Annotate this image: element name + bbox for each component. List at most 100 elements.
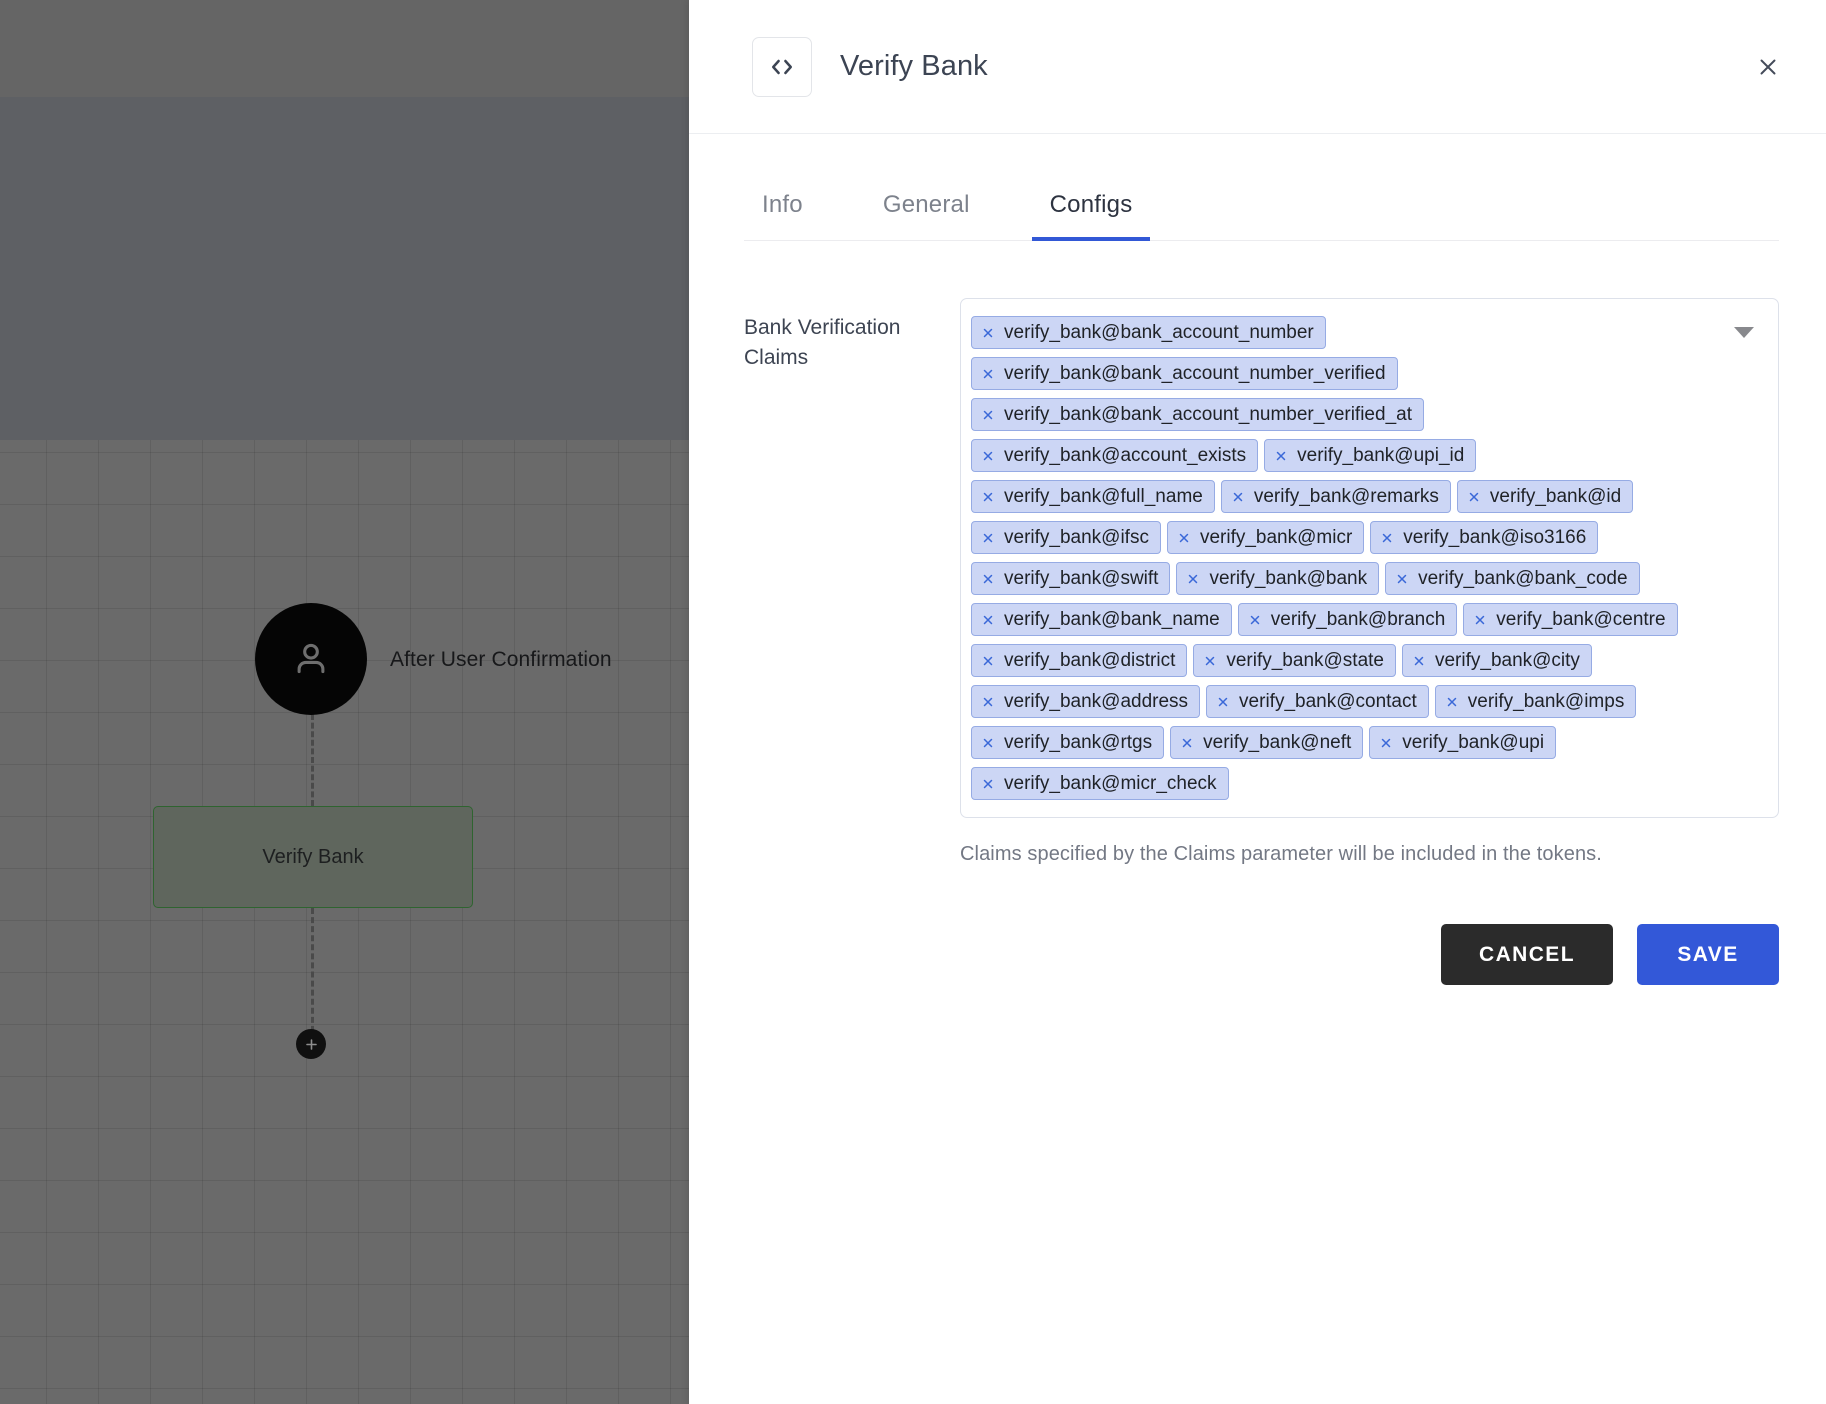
claim-chip-label: verify_bank@branch	[1270, 608, 1446, 630]
claim-chip-label: verify_bank@id	[1489, 485, 1622, 507]
claim-chip[interactable]: verify_bank@centre	[1463, 603, 1678, 636]
claim-chip[interactable]: verify_bank@bank_code	[1385, 562, 1640, 595]
tab-info[interactable]: Info	[744, 191, 821, 241]
close-small-icon[interactable]	[979, 488, 997, 506]
claim-chip-label: verify_bank@centre	[1496, 608, 1666, 630]
flow-edge-upper	[311, 714, 314, 806]
claim-chip-label: verify_bank@account_exists	[1004, 444, 1247, 466]
close-small-icon[interactable]	[1175, 529, 1193, 547]
flow-edge-lower	[311, 908, 314, 1041]
claim-chip[interactable]: verify_bank@district	[971, 644, 1188, 677]
close-small-icon[interactable]	[1465, 488, 1483, 506]
claim-chip-label: verify_bank@rtgs	[1004, 731, 1153, 753]
page-title: Verify Bank	[840, 50, 988, 82]
claim-chip[interactable]: verify_bank@swift	[971, 562, 1171, 595]
claim-chip[interactable]: verify_bank@bank_account_number	[971, 316, 1326, 349]
claim-chip-label: verify_bank@address	[1004, 690, 1189, 712]
claim-chip[interactable]: verify_bank@bank_name	[971, 603, 1232, 636]
claim-chip[interactable]: verify_bank@full_name	[971, 480, 1215, 513]
claim-chip[interactable]: verify_bank@contact	[1206, 685, 1429, 718]
close-small-icon[interactable]	[979, 611, 997, 629]
chevron-down-icon[interactable]	[1734, 327, 1754, 338]
close-small-icon[interactable]	[1443, 693, 1461, 711]
claim-chip-label: verify_bank@micr	[1199, 526, 1353, 548]
close-small-icon[interactable]	[979, 447, 997, 465]
claim-chip[interactable]: verify_bank@neft	[1170, 726, 1364, 759]
close-small-icon[interactable]	[979, 775, 997, 793]
claim-chip-label: verify_bank@city	[1434, 649, 1580, 671]
verify-bank-node-label: Verify Bank	[262, 845, 364, 868]
user-trigger-node[interactable]	[255, 603, 367, 715]
claim-chip[interactable]: verify_bank@city	[1401, 644, 1592, 677]
close-small-icon[interactable]	[1178, 734, 1196, 752]
close-small-icon[interactable]	[1201, 652, 1219, 670]
claim-chip[interactable]: verify_bank@account_exists	[971, 439, 1259, 472]
close-small-icon[interactable]	[1229, 488, 1247, 506]
close-small-icon[interactable]	[979, 652, 997, 670]
plus-icon	[304, 1037, 319, 1052]
close-small-icon[interactable]	[1246, 611, 1264, 629]
close-small-icon[interactable]	[979, 529, 997, 547]
close-panel-button[interactable]	[1748, 47, 1788, 87]
claim-chip[interactable]: verify_bank@remarks	[1220, 480, 1451, 513]
claim-chip[interactable]: verify_bank@branch	[1237, 603, 1458, 636]
claim-chip-label: verify_bank@contact	[1239, 690, 1417, 712]
claim-chip[interactable]: verify_bank@upi_id	[1264, 439, 1477, 472]
close-small-icon[interactable]	[979, 365, 997, 383]
claims-chip-list: verify_bank@bank_account_number verify_ba…	[971, 316, 1708, 800]
claims-multiselect[interactable]: verify_bank@bank_account_number verify_ba…	[960, 298, 1779, 818]
claim-chip[interactable]: verify_bank@imps	[1434, 685, 1637, 718]
person-icon	[288, 636, 334, 682]
close-small-icon[interactable]	[1393, 570, 1411, 588]
claim-chip[interactable]: verify_bank@ifsc	[971, 521, 1161, 554]
close-small-icon[interactable]	[1471, 611, 1489, 629]
claim-chip-label: verify_bank@bank_code	[1418, 567, 1628, 589]
panel-header: Verify Bank	[689, 0, 1826, 134]
close-small-icon[interactable]	[979, 406, 997, 424]
close-small-icon[interactable]	[979, 324, 997, 342]
save-button[interactable]: SAVE	[1637, 924, 1779, 985]
claim-chip-label: verify_bank@ifsc	[1004, 526, 1149, 548]
claim-chip-label: verify_bank@micr_check	[1004, 772, 1217, 794]
verify-bank-panel: Verify Bank Info General Configs Bank Ve…	[689, 0, 1826, 1404]
claim-chip-label: verify_bank@iso3166	[1403, 526, 1587, 548]
app-root: After User Confirmation Verify Bank Veri…	[0, 0, 1826, 1404]
verify-bank-node[interactable]: Verify Bank	[153, 806, 473, 908]
claim-chip[interactable]: verify_bank@bank_account_number_verified	[971, 357, 1398, 390]
flow-canvas[interactable]: After User Confirmation Verify Bank	[0, 0, 689, 1404]
close-small-icon[interactable]	[979, 693, 997, 711]
close-small-icon[interactable]	[1377, 734, 1395, 752]
cancel-button[interactable]: CANCEL	[1441, 924, 1613, 985]
claim-chip[interactable]: verify_bank@address	[971, 685, 1201, 718]
user-trigger-node-label: After User Confirmation	[390, 648, 612, 671]
claim-chip-label: verify_bank@full_name	[1004, 485, 1203, 507]
bank-verification-claims-row: Bank Verification Claims verify_bank@ban…	[689, 241, 1826, 866]
claim-chip[interactable]: verify_bank@rtgs	[971, 726, 1165, 759]
claim-chip[interactable]: verify_bank@state	[1193, 644, 1396, 677]
canvas-top-band	[0, 0, 689, 97]
close-small-icon[interactable]	[979, 570, 997, 588]
claim-chip[interactable]: verify_bank@bank_account_number_verified…	[971, 398, 1424, 431]
claim-chip[interactable]: verify_bank@upi	[1369, 726, 1557, 759]
close-small-icon[interactable]	[1410, 652, 1428, 670]
close-small-icon[interactable]	[1272, 447, 1290, 465]
close-small-icon[interactable]	[1378, 529, 1396, 547]
close-small-icon[interactable]	[1214, 693, 1232, 711]
claim-chip[interactable]: verify_bank@id	[1456, 480, 1634, 513]
bank-verification-claims-label: Bank Verification Claims	[744, 316, 901, 369]
add-node-button[interactable]	[296, 1029, 326, 1059]
claim-chip-label: verify_bank@bank	[1209, 567, 1368, 589]
claim-chip-label: verify_bank@neft	[1203, 731, 1352, 753]
tab-general[interactable]: General	[865, 191, 988, 241]
claim-chip-label: verify_bank@remarks	[1253, 485, 1439, 507]
canvas-grid	[0, 440, 689, 1404]
panel-tabs: Info General Configs	[689, 134, 1826, 241]
claim-chip-label: verify_bank@imps	[1467, 690, 1625, 712]
close-small-icon[interactable]	[1184, 570, 1202, 588]
claim-chip[interactable]: verify_bank@micr	[1166, 521, 1365, 554]
close-small-icon[interactable]	[979, 734, 997, 752]
claim-chip[interactable]: verify_bank@bank	[1176, 562, 1380, 595]
claim-chip[interactable]: verify_bank@iso3166	[1370, 521, 1599, 554]
claim-chip[interactable]: verify_bank@micr_check	[971, 767, 1229, 800]
tab-configs[interactable]: Configs	[1031, 191, 1151, 241]
